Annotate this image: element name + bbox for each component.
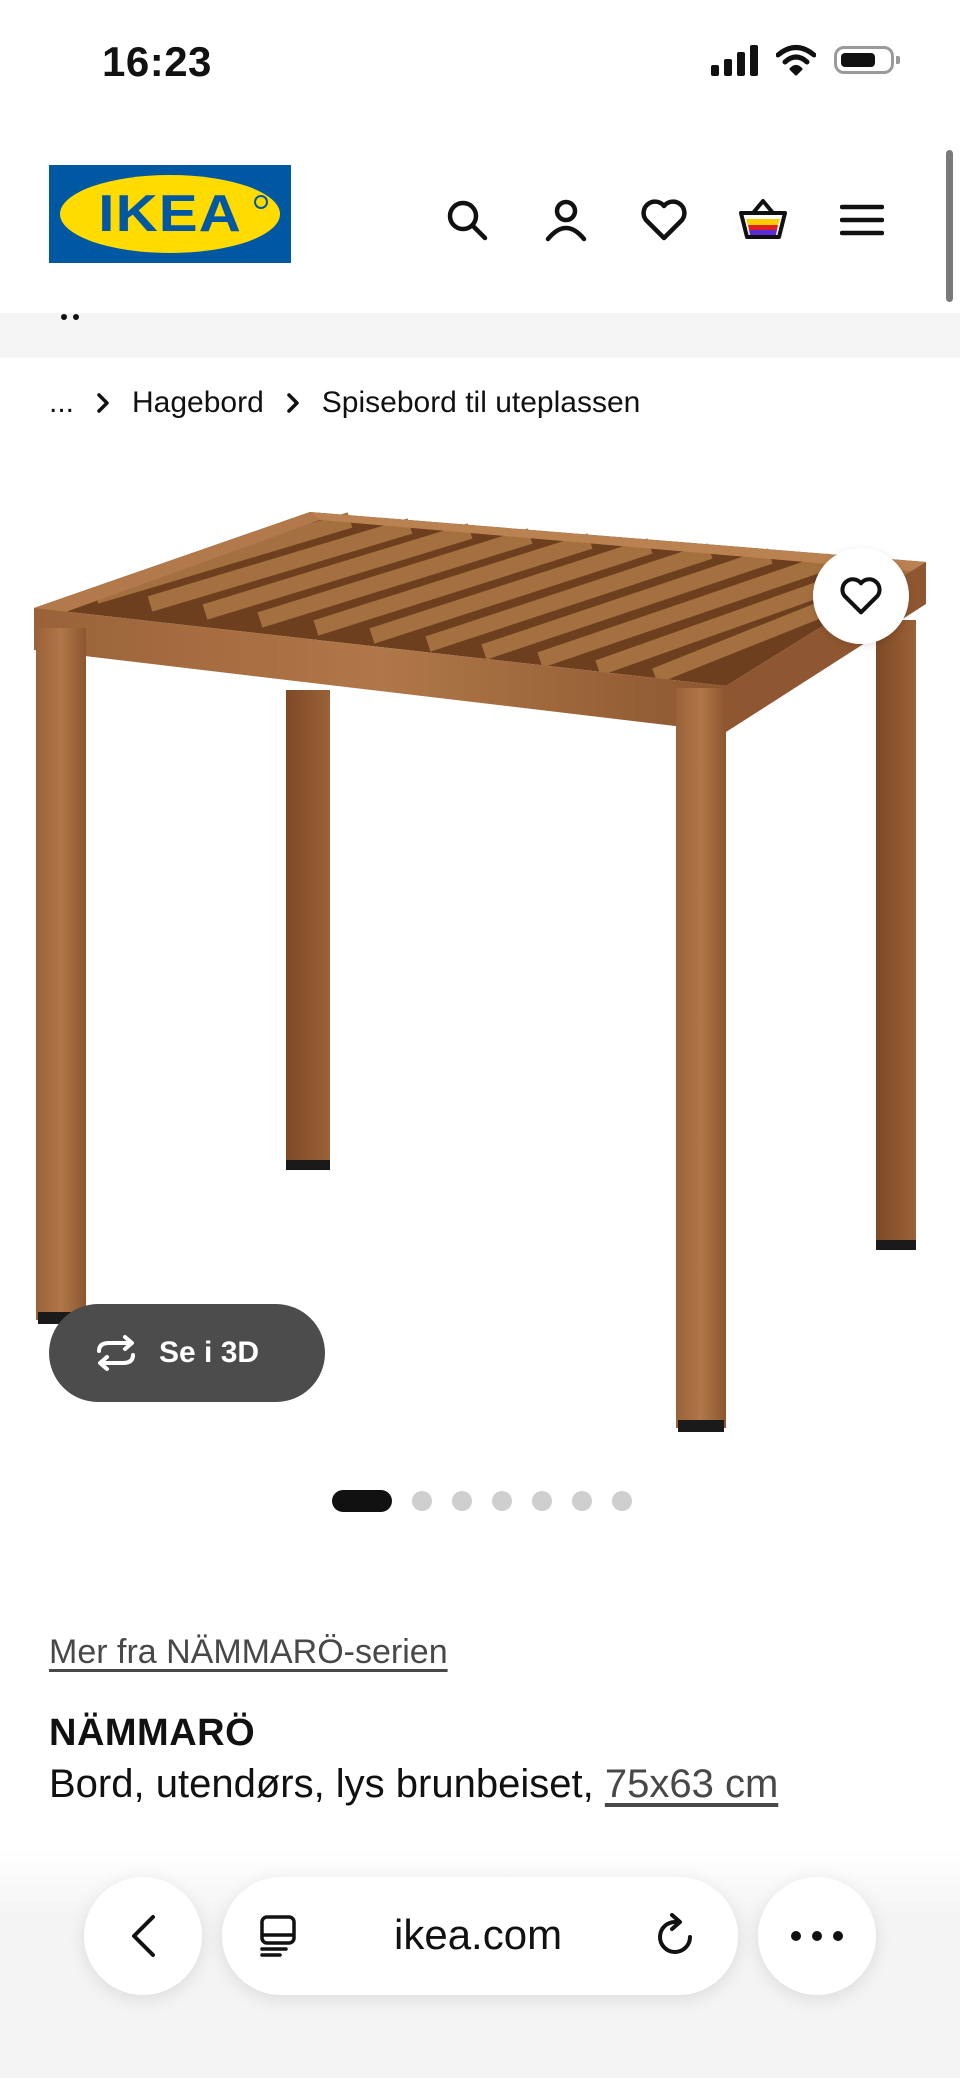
scrollbar[interactable] bbox=[946, 150, 953, 302]
more-icon bbox=[791, 1931, 843, 1941]
carousel-dot[interactable] bbox=[612, 1491, 632, 1511]
series-link[interactable]: Mer fra NÄMMARÖ-serien bbox=[49, 1633, 448, 1672]
view-3d-label: Se i 3D bbox=[159, 1336, 260, 1369]
wifi-icon bbox=[776, 45, 816, 76]
breadcrumb-ellipsis[interactable]: ... bbox=[49, 386, 74, 420]
status-icons bbox=[711, 44, 900, 76]
product-image[interactable] bbox=[0, 478, 960, 1448]
back-icon bbox=[132, 1915, 155, 1957]
view-3d-button[interactable]: Se i 3D bbox=[49, 1304, 325, 1402]
carousel-dot[interactable] bbox=[492, 1491, 512, 1511]
product-description: Bord, utendørs, lys brunbeiset, 75x63 cm bbox=[49, 1762, 778, 1807]
battery-icon bbox=[834, 46, 900, 74]
product-name: NÄMMARÖ bbox=[49, 1712, 256, 1754]
promo-strip bbox=[0, 313, 960, 358]
back-button[interactable] bbox=[84, 1877, 202, 1995]
header-icons bbox=[0, 190, 960, 260]
chevron-right-icon bbox=[278, 392, 308, 414]
wishlist-button[interactable] bbox=[813, 548, 909, 644]
heart-icon bbox=[840, 577, 882, 615]
carousel-dot[interactable] bbox=[572, 1491, 592, 1511]
product-size-link[interactable]: 75x63 cm bbox=[605, 1762, 778, 1806]
heart-icon[interactable] bbox=[634, 190, 694, 250]
more-button[interactable] bbox=[758, 1877, 876, 1995]
status-bar: 16:23 bbox=[0, 0, 960, 130]
cart-icon[interactable] bbox=[733, 190, 793, 250]
status-time: 16:23 bbox=[102, 38, 212, 85]
signal-icon bbox=[711, 44, 758, 76]
url-text: ikea.com bbox=[394, 1911, 563, 1958]
menu-icon[interactable] bbox=[832, 190, 892, 250]
reload-icon[interactable] bbox=[654, 1913, 698, 1959]
breadcrumb: ... Hagebord Spisebord til uteplassen bbox=[49, 386, 640, 420]
site-header: IKEA bbox=[0, 130, 960, 313]
carousel-dots bbox=[332, 1490, 632, 1512]
tabs-icon[interactable] bbox=[258, 1915, 298, 1957]
search-icon[interactable] bbox=[437, 190, 497, 250]
breadcrumb-hagebord[interactable]: Hagebord bbox=[132, 386, 264, 420]
rotate-3d-icon bbox=[97, 1335, 135, 1371]
chevron-right-icon bbox=[88, 392, 118, 414]
carousel-dot[interactable] bbox=[412, 1491, 432, 1511]
product-description-text: Bord, utendørs, lys brunbeiset, bbox=[49, 1762, 594, 1806]
table-illustration bbox=[34, 512, 926, 1432]
truck-icon bbox=[61, 314, 79, 320]
address-bar[interactable]: ikea.com bbox=[222, 1877, 738, 1995]
breadcrumb-spisebord[interactable]: Spisebord til uteplassen bbox=[322, 386, 641, 420]
carousel-dot[interactable] bbox=[452, 1491, 472, 1511]
carousel-dot-active[interactable] bbox=[332, 1490, 392, 1512]
carousel-dot[interactable] bbox=[532, 1491, 552, 1511]
account-icon[interactable] bbox=[536, 190, 596, 250]
